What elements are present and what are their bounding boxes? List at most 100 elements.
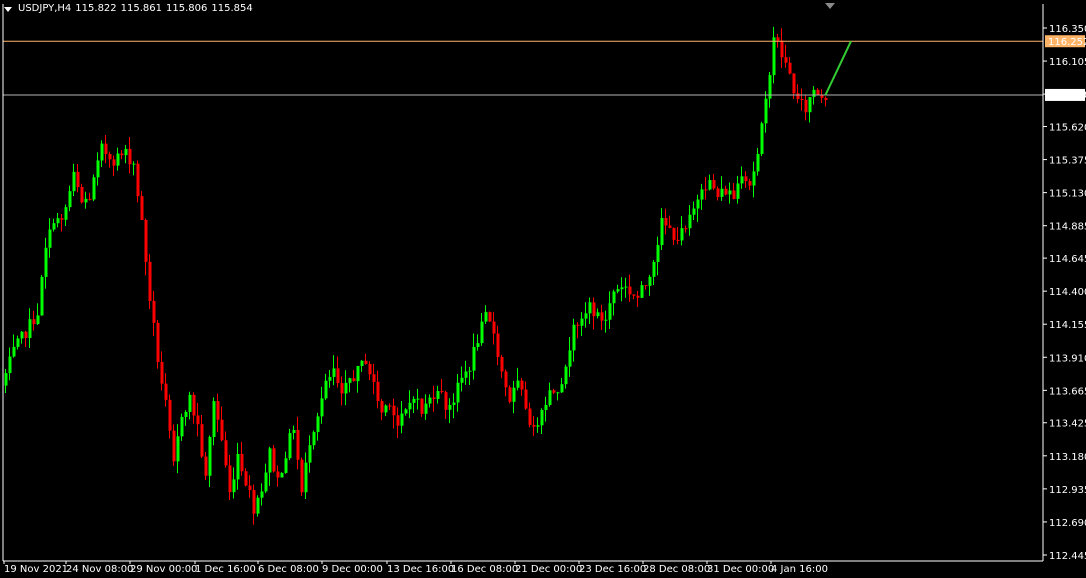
candle-body	[692, 208, 696, 215]
bear-candle	[148, 254, 152, 309]
open-value: 115.822	[75, 3, 117, 14]
candle-body	[92, 177, 96, 200]
x-tick-label: 4 Jan 16:00	[771, 564, 828, 575]
candle-body	[292, 429, 296, 434]
candle-body	[628, 286, 632, 295]
x-tick-label: 23 Dec 16:00	[579, 564, 646, 575]
candle-body	[432, 397, 436, 399]
candle-body	[568, 350, 572, 367]
candle-body	[428, 397, 432, 404]
candle-body	[208, 437, 212, 476]
candle-body	[192, 394, 196, 416]
candle-body	[368, 363, 372, 375]
y-tick-label: 114.400	[1049, 287, 1086, 298]
candle-body	[508, 387, 512, 402]
candle-body	[616, 289, 620, 292]
candle-body	[160, 361, 164, 384]
candle-body	[152, 300, 156, 323]
candle-body	[808, 97, 812, 113]
candle-body	[712, 180, 716, 189]
candle-body	[548, 390, 552, 405]
candle-body	[20, 331, 24, 339]
candle-body	[596, 312, 600, 317]
candle-body	[132, 163, 136, 165]
candle-body	[400, 413, 404, 426]
bull-candle	[40, 274, 44, 316]
candle-body	[540, 410, 544, 426]
candle-body	[676, 239, 680, 241]
candle-body	[172, 430, 176, 462]
price-chart[interactable]: 116.350116.105115.860115.620115.375115.1…	[0, 0, 1086, 578]
candle-body	[588, 302, 592, 314]
candle-body	[340, 383, 344, 394]
candle-body	[472, 347, 476, 371]
bear-candle	[156, 319, 160, 369]
candle-body	[800, 99, 804, 101]
candle-body	[60, 218, 64, 220]
candle-body	[412, 398, 416, 403]
candle-body	[28, 319, 32, 338]
candle-body	[32, 319, 36, 325]
candle-body	[320, 398, 324, 417]
candle-body	[156, 322, 160, 362]
candle-body	[252, 490, 256, 514]
candle-body	[652, 261, 656, 277]
candle-body	[644, 285, 648, 287]
candle-body	[420, 398, 424, 414]
candle-body	[648, 276, 652, 286]
y-tick-label: 113.180	[1049, 452, 1086, 463]
y-tick-label: 115.375	[1049, 156, 1086, 167]
candle-body	[500, 356, 504, 372]
candle-body	[488, 312, 492, 322]
candle-body	[724, 188, 728, 195]
candle-body	[576, 324, 580, 326]
bear-candle	[300, 457, 304, 497]
candle-body	[296, 429, 300, 460]
candle-body	[348, 378, 352, 383]
bull-candle	[760, 121, 764, 157]
candle-body	[12, 346, 16, 357]
candle-body	[108, 154, 112, 160]
candle-body	[424, 403, 428, 414]
candle-body	[372, 374, 376, 382]
x-tick-label: 24 Nov 08:00	[66, 564, 133, 575]
candle-body	[816, 89, 820, 95]
bull-candle	[256, 495, 260, 517]
candle-body	[128, 148, 132, 165]
candle-body	[248, 485, 252, 491]
candle-body	[360, 360, 364, 366]
candle-body	[40, 276, 44, 316]
candle-body	[64, 207, 68, 220]
candle-body	[16, 338, 20, 347]
candle-body	[144, 219, 148, 262]
candle-body	[56, 218, 60, 224]
candle-body	[244, 471, 248, 486]
dropdown-triangle-icon[interactable]	[4, 6, 12, 12]
candle-body	[216, 401, 220, 420]
y-tick-label: 112.445	[1049, 551, 1086, 562]
candle-body	[124, 148, 128, 156]
candle-body	[276, 471, 280, 478]
candle-body	[164, 383, 168, 400]
bear-candle	[488, 311, 492, 323]
candle-body	[740, 176, 744, 184]
candle-body	[680, 228, 684, 241]
x-tick-label: 6 Dec 08:00	[258, 564, 319, 575]
candle-body	[408, 402, 412, 410]
x-tick-label: 13 Dec 16:00	[387, 564, 454, 575]
candle-body	[228, 465, 232, 493]
candle-body	[744, 176, 748, 182]
candle-body	[204, 456, 208, 476]
candle-body	[112, 159, 116, 166]
x-tick-label: 21 Dec 00:00	[515, 564, 582, 575]
chart-header[interactable]: USDJPY,H4 115.822 115.861 115.806 115.85…	[4, 3, 253, 15]
candle-body	[656, 245, 660, 262]
bull-candle	[288, 428, 292, 461]
x-tick-label: 28 Dec 08:00	[643, 564, 710, 575]
candle-body	[748, 181, 752, 186]
candle-body	[448, 404, 452, 410]
bear-candle	[272, 444, 276, 473]
candle-body	[352, 378, 356, 382]
candle-body	[288, 433, 292, 459]
candle-body	[612, 291, 616, 304]
